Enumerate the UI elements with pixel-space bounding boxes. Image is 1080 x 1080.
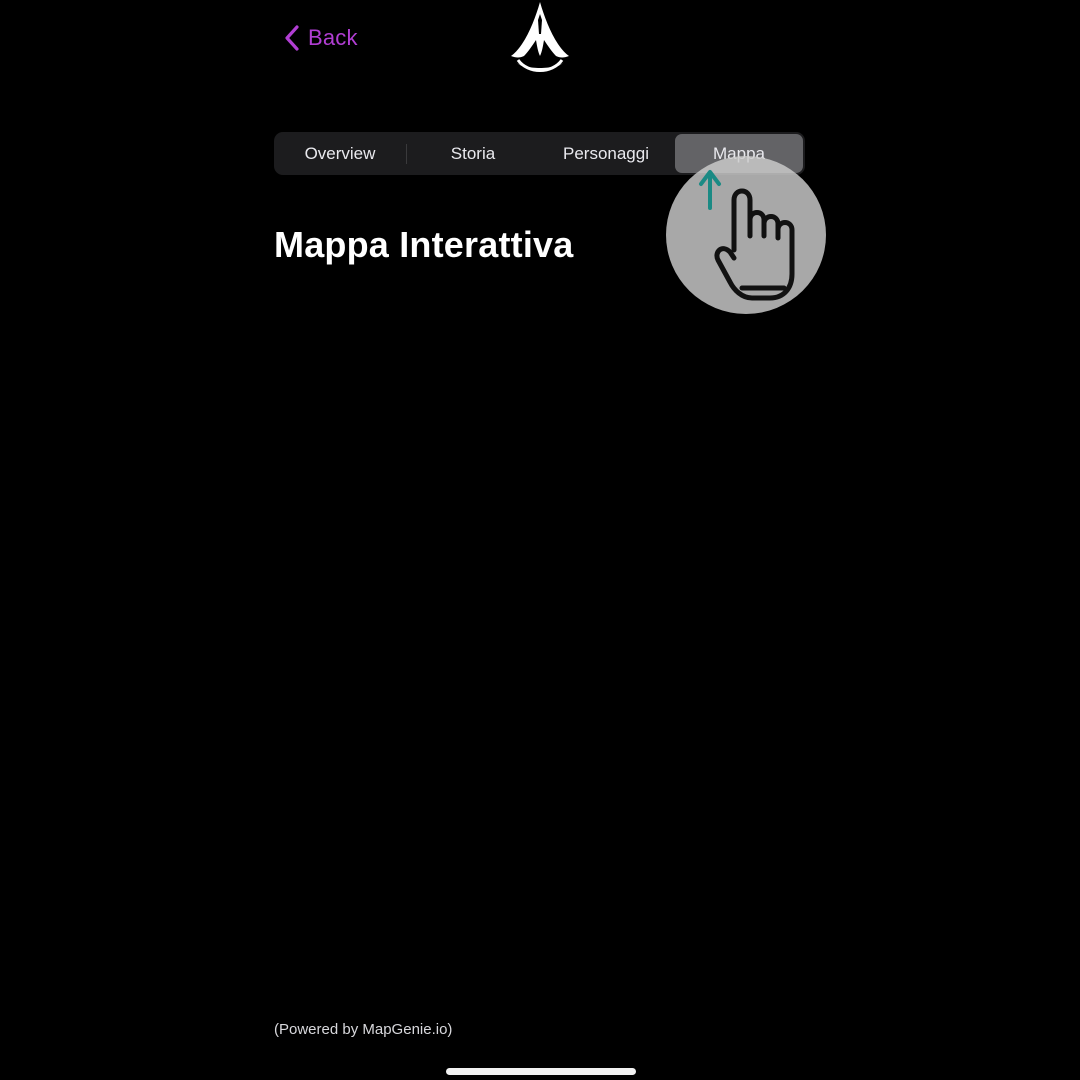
tab-mappa[interactable]: Mappa: [675, 134, 803, 173]
tab-storia-label: Storia: [450, 143, 496, 163]
back-label: Back: [308, 25, 358, 50]
powered-by-credit: (Powered by MapGenie.io): [274, 1021, 453, 1038]
page-title: Mappa Interattiva: [274, 224, 574, 265]
assassin-insignia-icon: [508, 0, 572, 78]
tab-personaggi[interactable]: Personaggi: [542, 134, 670, 173]
hand-pointer-icon: [714, 188, 795, 301]
segment-divider: [672, 144, 673, 164]
home-indicator[interactable]: [446, 1068, 636, 1075]
tab-personaggi-label: Personaggi: [562, 143, 649, 163]
segment-divider: [406, 143, 407, 164]
tab-overview-label: Overview: [304, 143, 376, 163]
back-button[interactable]: Back: [284, 22, 358, 54]
chevron-left-icon: [284, 24, 300, 52]
app-screen: Back Overview Storia Personaggi Mappa Ma…: [0, 0, 1080, 1080]
tab-mappa-label: Mappa: [713, 143, 765, 163]
tab-storia[interactable]: Storia: [409, 134, 537, 173]
arrow-up-icon: [699, 170, 721, 210]
segment-divider: [539, 144, 540, 164]
tab-overview[interactable]: Overview: [276, 134, 404, 173]
interactive-map-view[interactable]: [274, 290, 805, 1000]
section-segmented-control: Overview Storia Personaggi Mappa: [274, 132, 805, 175]
